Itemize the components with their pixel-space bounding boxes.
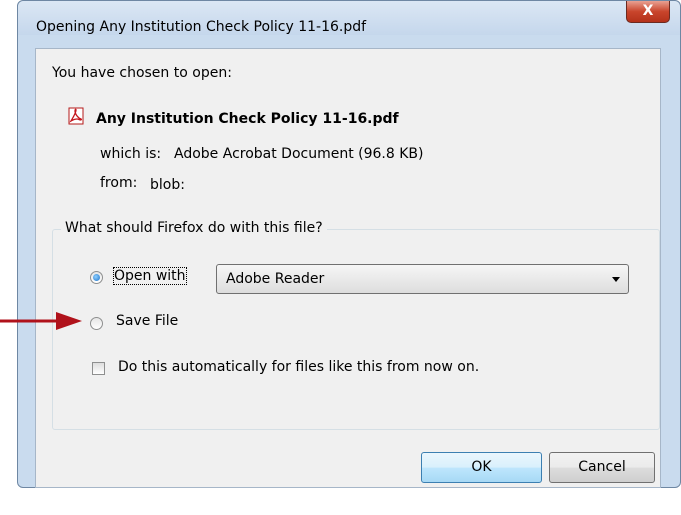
cancel-button[interactable]: Cancel bbox=[549, 452, 655, 483]
which-is-label: which is: bbox=[100, 146, 162, 162]
intro-text: You have chosen to open: bbox=[52, 65, 232, 81]
file-name: Any Institution Check Policy 11-16.pdf bbox=[96, 111, 399, 127]
open-with-label[interactable]: Open with bbox=[113, 267, 187, 285]
application-select-value: Adobe Reader bbox=[226, 271, 325, 287]
dialog-title: Opening Any Institution Check Policy 11-… bbox=[36, 19, 367, 35]
file-type-value: Adobe Acrobat Document (96.8 KB) bbox=[174, 146, 424, 162]
from-value: blob: bbox=[150, 177, 185, 193]
title-bar[interactable]: Opening Any Institution Check Policy 11-… bbox=[18, 1, 680, 35]
save-file-radio[interactable] bbox=[90, 317, 103, 330]
open-with-radio[interactable] bbox=[90, 271, 103, 284]
chevron-down-icon[interactable] bbox=[612, 277, 620, 282]
auto-action-label[interactable]: Do this automatically for files like thi… bbox=[118, 359, 479, 375]
close-icon: X bbox=[642, 3, 654, 19]
group-legend: What should Firefox do with this file? bbox=[61, 220, 327, 236]
auto-action-checkbox[interactable] bbox=[92, 362, 105, 375]
annotation-arrow-icon bbox=[0, 312, 82, 330]
application-select[interactable]: Adobe Reader bbox=[216, 264, 629, 294]
action-group: What should Firefox do with this file? bbox=[52, 220, 660, 430]
close-button[interactable]: X bbox=[626, 1, 670, 23]
dialog-body: You have chosen to open: Any Institution… bbox=[35, 48, 661, 488]
pdf-file-icon bbox=[68, 107, 84, 125]
save-file-label[interactable]: Save File bbox=[116, 313, 178, 329]
from-label: from: bbox=[100, 175, 138, 191]
radio-selected-dot bbox=[93, 274, 100, 281]
ok-button[interactable]: OK bbox=[421, 452, 542, 483]
